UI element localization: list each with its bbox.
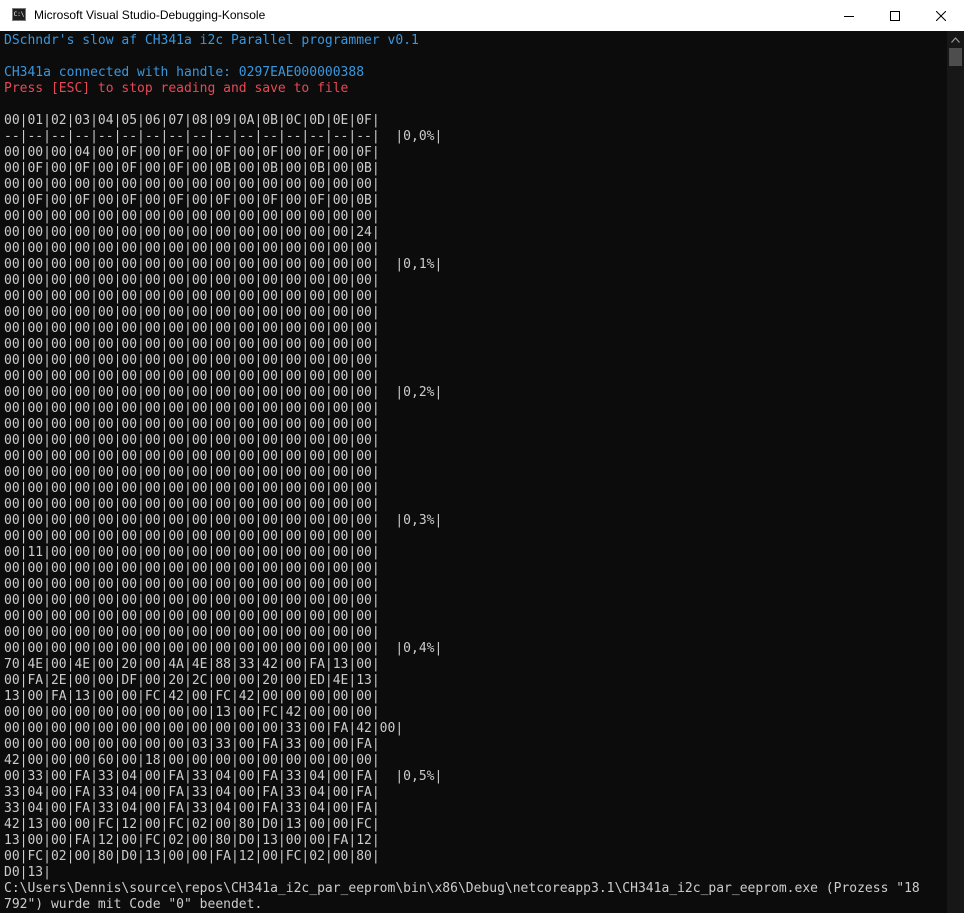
console-line: 00|00|00|00|00|00|00|00|00|00|00|00|00|0… bbox=[4, 385, 443, 400]
console-line: 00|00|00|00|00|00|00|00|00|00|00|00|00|0… bbox=[4, 257, 443, 272]
minimize-icon bbox=[844, 15, 854, 17]
console-line: 00|00|00|00|00|00|00|00|00|00|00|00|00|0… bbox=[4, 289, 380, 304]
console-line: 00|00|00|00|00|00|00|00|00|00|00|00|00|0… bbox=[4, 209, 380, 224]
console-line: 00|00|00|00|00|00|00|00|00|00|00|00|00|0… bbox=[4, 369, 380, 384]
scroll-thumb[interactable] bbox=[949, 48, 962, 66]
console-line: 00|0F|00|0F|00|0F|00|0F|00|0B|00|0B|00|0… bbox=[4, 161, 380, 176]
console-line: 33|04|00|FA|33|04|00|FA|33|04|00|FA|33|0… bbox=[4, 801, 380, 816]
console-line: 00|00|00|00|00|00|00|00|00|13|00|FC|42|0… bbox=[4, 705, 380, 720]
window-title: Microsoft Visual Studio-Debugging-Konsol… bbox=[34, 8, 266, 22]
close-icon bbox=[936, 10, 946, 21]
console-line: C:\Users\Dennis\source\repos\CH341a_i2c_… bbox=[4, 881, 920, 896]
console-line: 00|FC|02|00|80|D0|13|00|00|FA|12|00|FC|0… bbox=[4, 849, 380, 864]
console-line: 42|00|00|00|60|00|18|00|00|00|00|00|00|0… bbox=[4, 753, 380, 768]
console-line: CH341a connected with handle: 0297EAE000… bbox=[4, 65, 365, 80]
console-line: 33|04|00|FA|33|04|00|FA|33|04|00|FA|33|0… bbox=[4, 785, 380, 800]
console-line: 00|00|00|00|00|00|00|00|00|00|00|00|00|0… bbox=[4, 449, 380, 464]
console-line: 00|00|00|00|00|00|00|00|00|00|00|00|00|0… bbox=[4, 177, 380, 192]
console-line: 00|00|00|00|00|00|00|00|00|00|00|00|00|0… bbox=[4, 641, 443, 656]
console-line: 00|00|00|00|00|00|00|00|00|00|00|00|00|0… bbox=[4, 401, 380, 416]
console-line: 00|00|00|00|00|00|00|00|00|00|00|00|00|0… bbox=[4, 465, 380, 480]
console-line: 00|01|02|03|04|05|06|07|08|09|0A|0B|0C|0… bbox=[4, 113, 380, 128]
console-line: 00|00|00|00|00|00|00|00|00|00|00|00|00|0… bbox=[4, 609, 380, 624]
console-line: D0|13| bbox=[4, 865, 51, 880]
console-line: 00|00|00|00|00|00|00|00|03|33|00|FA|33|0… bbox=[4, 737, 380, 752]
console-line: 00|0F|00|0F|00|0F|00|0F|00|0F|00|0F|00|0… bbox=[4, 193, 380, 208]
console-line: 00|FA|2E|00|00|DF|00|20|2C|00|00|20|00|E… bbox=[4, 673, 380, 688]
console-line: 00|00|00|00|00|00|00|00|00|00|00|00|00|0… bbox=[4, 593, 380, 608]
console-line: 00|00|00|00|00|00|00|00|00|00|00|00|00|0… bbox=[4, 625, 380, 640]
console-line: 00|00|00|00|00|00|00|00|00|00|00|00|00|0… bbox=[4, 241, 380, 256]
console-line: 00|00|00|04|00|0F|00|0F|00|0F|00|0F|00|0… bbox=[4, 145, 380, 160]
console-line: 13|00|00|FA|12|00|FC|02|00|80|D0|13|00|0… bbox=[4, 833, 380, 848]
console-output[interactable]: DSchndr's slow af CH341a i2c Parallel pr… bbox=[4, 33, 944, 913]
console-line: Press [ESC] to stop reading and save to … bbox=[4, 81, 349, 96]
console-line: 00|00|00|00|00|00|00|00|00|00|00|00|00|0… bbox=[4, 577, 380, 592]
console-line: DSchndr's slow af CH341a i2c Parallel pr… bbox=[4, 33, 419, 48]
minimize-button[interactable] bbox=[826, 0, 872, 31]
console-line: 42|13|00|00|FC|12|00|FC|02|00|80|D0|13|0… bbox=[4, 817, 380, 832]
console-line: 00|00|00|00|00|00|00|00|00|00|00|00|00|0… bbox=[4, 497, 380, 512]
maximize-button[interactable] bbox=[872, 0, 918, 31]
console-line: 00|00|00|00|00|00|00|00|00|00|00|00|00|0… bbox=[4, 321, 380, 336]
console-line: 00|00|00|00|00|00|00|00|00|00|00|00|00|0… bbox=[4, 273, 380, 288]
console-app-icon[interactable]: C:\ bbox=[12, 8, 26, 21]
vertical-scrollbar[interactable] bbox=[947, 31, 964, 913]
console-line: 00|00|00|00|00|00|00|00|00|00|00|00|33|0… bbox=[4, 721, 404, 736]
chevron-up-icon bbox=[951, 36, 960, 43]
console-line: 00|11|00|00|00|00|00|00|00|00|00|00|00|0… bbox=[4, 545, 380, 560]
console-line: 00|00|00|00|00|00|00|00|00|00|00|00|00|0… bbox=[4, 513, 443, 528]
console-line: 00|33|00|FA|33|04|00|FA|33|04|00|FA|33|0… bbox=[4, 769, 443, 784]
console-line: 00|00|00|00|00|00|00|00|00|00|00|00|00|0… bbox=[4, 305, 380, 320]
scroll-up-button[interactable] bbox=[947, 31, 964, 48]
console-line: 00|00|00|00|00|00|00|00|00|00|00|00|00|0… bbox=[4, 529, 380, 544]
console-line: 13|00|FA|13|00|00|FC|42|00|FC|42|00|00|0… bbox=[4, 689, 380, 704]
close-button[interactable] bbox=[918, 0, 964, 31]
console-line: 00|00|00|00|00|00|00|00|00|00|00|00|00|0… bbox=[4, 433, 380, 448]
console-line: 00|00|00|00|00|00|00|00|00|00|00|00|00|0… bbox=[4, 481, 380, 496]
console-line: --|--|--|--|--|--|--|--|--|--|--|--|--|-… bbox=[4, 129, 443, 144]
console-line: 00|00|00|00|00|00|00|00|00|00|00|00|00|0… bbox=[4, 225, 380, 240]
maximize-icon bbox=[890, 10, 900, 21]
title-bar[interactable]: C:\ Microsoft Visual Studio-Debugging-Ko… bbox=[0, 0, 964, 31]
console-line: 792") wurde mit Code "0" beendet. bbox=[4, 897, 263, 912]
console-line: 00|00|00|00|00|00|00|00|00|00|00|00|00|0… bbox=[4, 353, 380, 368]
console-line: 70|4E|00|4E|00|20|00|4A|4E|88|33|42|00|F… bbox=[4, 657, 380, 672]
console-line: 00|00|00|00|00|00|00|00|00|00|00|00|00|0… bbox=[4, 417, 380, 432]
console-line: 00|00|00|00|00|00|00|00|00|00|00|00|00|0… bbox=[4, 561, 380, 576]
console-line: 00|00|00|00|00|00|00|00|00|00|00|00|00|0… bbox=[4, 337, 380, 352]
